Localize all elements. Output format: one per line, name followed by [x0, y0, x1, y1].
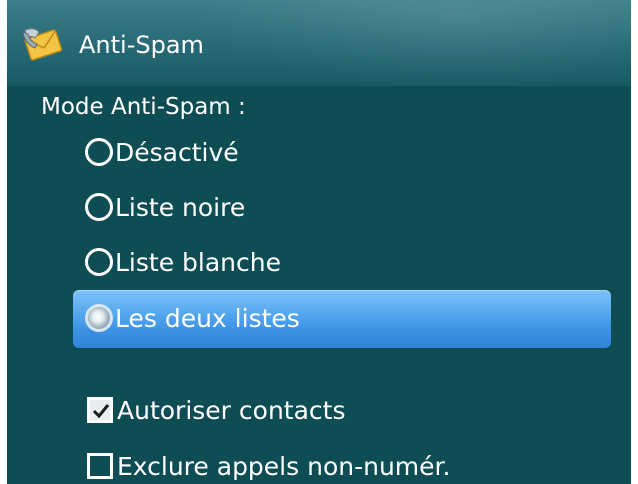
radio-button-icon[interactable]: [85, 248, 113, 276]
checkmark-icon: [92, 404, 110, 419]
checkbox-unchecked-icon[interactable]: [87, 453, 113, 479]
checkbox-label: Autoriser contacts: [117, 395, 346, 425]
mode-label: Mode Anti-Spam :: [41, 94, 246, 120]
radio-option-desactive[interactable]: Désactivé: [85, 132, 239, 172]
checkbox-label: Exclure appels non-numér.: [117, 451, 451, 481]
radio-option-label: Les deux listes: [115, 303, 300, 333]
radio-button-icon[interactable]: [85, 138, 113, 166]
envelope-shield-icon: [22, 28, 63, 61]
radio-button-selected-icon[interactable]: [85, 304, 113, 332]
radio-option-label: Liste noire: [115, 192, 246, 222]
checkbox-autoriser-contacts[interactable]: Autoriser contacts: [87, 390, 345, 430]
radio-option-liste-noire[interactable]: Liste noire: [85, 187, 245, 227]
radio-option-label: Désactivé: [115, 137, 239, 167]
page-title: Anti-Spam: [79, 31, 204, 59]
radio-option-label: Liste blanche: [115, 247, 281, 277]
radio-option-liste-blanche[interactable]: Liste blanche: [85, 242, 281, 282]
radio-button-icon[interactable]: [85, 193, 113, 221]
anti-spam-screen: Anti-Spam Mode Anti-Spam : Désactivé Lis…: [7, 0, 631, 484]
title-bar: Anti-Spam: [7, 0, 631, 86]
checkbox-checked-icon[interactable]: [87, 397, 113, 423]
radio-option-les-deux-listes[interactable]: Les deux listes: [85, 298, 300, 338]
title-bar-sheen: [197, 0, 631, 86]
checkbox-exclure-appels[interactable]: Exclure appels non-numér.: [87, 446, 450, 484]
